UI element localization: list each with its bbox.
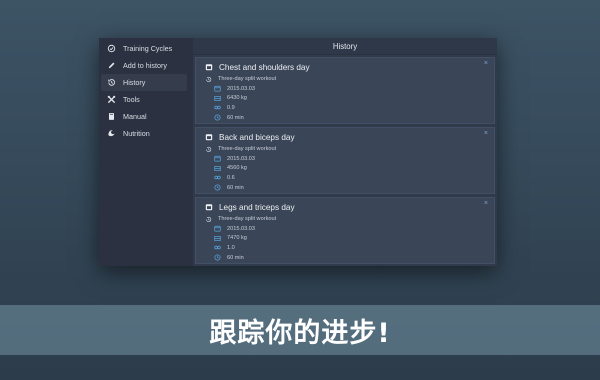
date-icon	[214, 226, 221, 232]
manual-icon	[107, 112, 116, 121]
clock-icon	[214, 184, 221, 191]
calendar-icon	[205, 134, 213, 141]
card-title: Chest and shoulders day	[219, 62, 310, 72]
workout-weight: 4560 kg	[227, 165, 247, 172]
history-card[interactable]: Chest and shoulders day × Three-day spli…	[195, 57, 495, 124]
workout-intensity: 0.9	[227, 104, 235, 111]
intensity-icon	[214, 106, 221, 110]
sidebar-item-nutrition[interactable]: Nutrition	[101, 125, 187, 142]
banner-text: 跟踪你的进步!	[209, 317, 391, 349]
history-icon	[206, 146, 212, 152]
history-panel: History Chest and shoulders day × Three-…	[193, 38, 497, 266]
sidebar-item-label: Manual	[123, 112, 147, 121]
workout-duration: 60 min	[227, 114, 244, 121]
sidebar-item-label: History	[123, 78, 146, 87]
sidebar: Training Cycles Add to history History T…	[99, 38, 193, 266]
sidebar-item-label: Add to history	[123, 61, 167, 70]
workout-intensity: 0.6	[227, 174, 235, 181]
close-icon[interactable]: ×	[484, 130, 488, 137]
intensity-icon	[214, 246, 221, 250]
clock-icon	[214, 254, 221, 261]
workout-plan: Three-day split workout	[218, 216, 277, 222]
calendar-icon	[205, 204, 213, 211]
workout-weight: 7470 kg	[227, 235, 247, 242]
card-title: Back and biceps day	[219, 132, 295, 142]
training-cycles-icon	[107, 44, 116, 53]
close-icon[interactable]: ×	[484, 200, 488, 207]
sidebar-item-label: Nutrition	[123, 129, 150, 138]
sidebar-item-history[interactable]: History	[101, 74, 187, 91]
clock-icon	[214, 114, 221, 121]
sidebar-item-tools[interactable]: Tools	[101, 91, 187, 108]
date-icon	[214, 156, 221, 162]
workout-duration: 60 min	[227, 184, 244, 191]
tools-icon	[107, 95, 116, 104]
card-title: Legs and triceps day	[219, 202, 295, 212]
sidebar-item-manual[interactable]: Manual	[101, 108, 187, 125]
intensity-icon	[214, 176, 221, 180]
workout-duration: 60 min	[227, 254, 244, 261]
workout-plan: Three-day split workout	[218, 146, 277, 152]
weight-icon	[214, 235, 221, 241]
sidebar-item-label: Training Cycles	[123, 44, 173, 53]
history-list: Chest and shoulders day × Three-day spli…	[193, 55, 497, 264]
history-icon	[107, 78, 116, 87]
nutrition-icon	[107, 129, 116, 138]
weight-icon	[214, 95, 221, 101]
workout-plan: Three-day split workout	[218, 76, 277, 82]
workout-weight: 6430 kg	[227, 95, 247, 102]
promo-banner: 跟踪你的进步!	[0, 305, 600, 355]
history-icon	[206, 216, 212, 222]
sidebar-item-training-cycles[interactable]: Training Cycles	[101, 40, 187, 57]
history-card[interactable]: Legs and triceps day × Three-day split w…	[195, 197, 495, 264]
app-window: Training Cycles Add to history History T…	[99, 38, 497, 266]
workout-intensity: 1.0	[227, 244, 235, 251]
pencil-icon	[107, 61, 116, 70]
history-card[interactable]: Back and biceps day × Three-day split wo…	[195, 127, 495, 194]
page-title: History	[193, 38, 497, 55]
date-icon	[214, 86, 221, 92]
workout-date: 2015.03.03	[227, 155, 255, 162]
calendar-icon	[205, 64, 213, 71]
close-icon[interactable]: ×	[484, 60, 488, 67]
history-icon	[206, 76, 212, 82]
workout-date: 2015.03.03	[227, 225, 255, 232]
weight-icon	[214, 165, 221, 171]
sidebar-item-label: Tools	[123, 95, 140, 104]
workout-date: 2015.03.03	[227, 85, 255, 92]
sidebar-item-add-to-history[interactable]: Add to history	[101, 57, 187, 74]
